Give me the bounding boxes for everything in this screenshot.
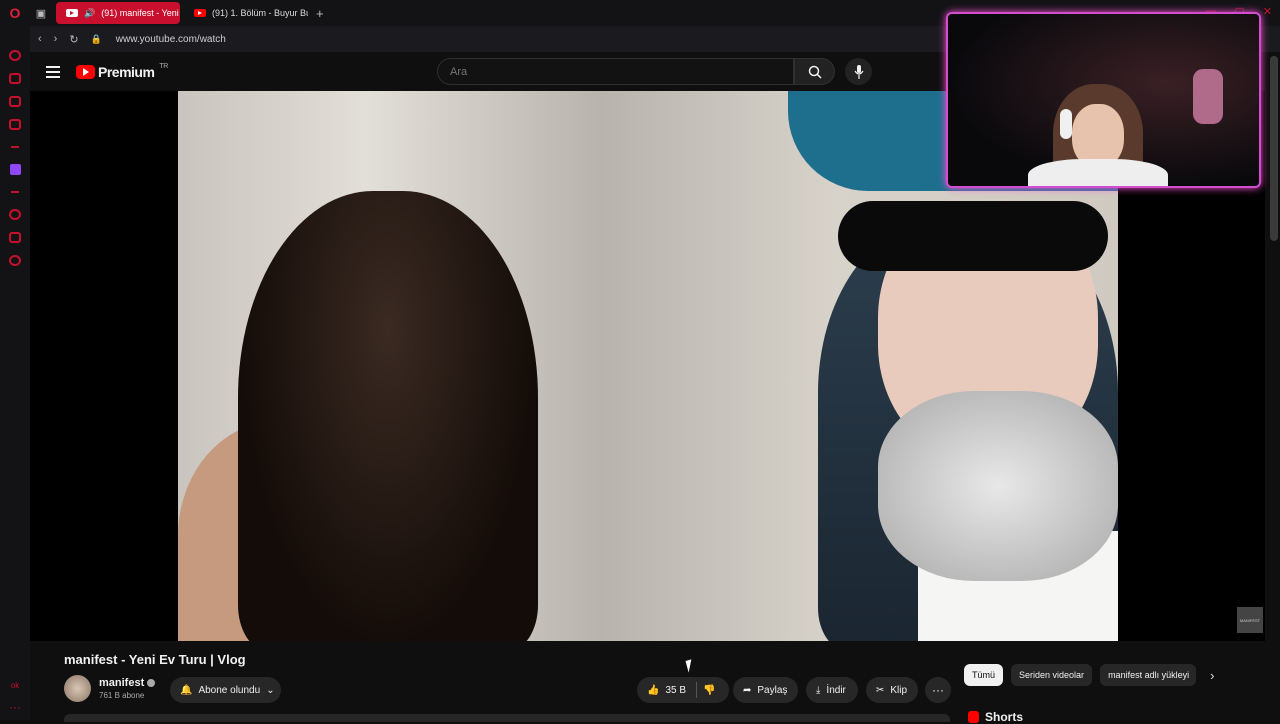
- extensions-icon[interactable]: [9, 232, 21, 243]
- youtube-favicon-icon: [66, 9, 78, 17]
- youtube-play-icon: [76, 65, 95, 79]
- chip-all[interactable]: Tümü: [964, 664, 1004, 686]
- channel-avatar[interactable]: [64, 675, 91, 702]
- page-scrollbar[interactable]: [1270, 56, 1278, 241]
- video-scene-hair: [238, 191, 538, 641]
- speed-dial-icon[interactable]: [9, 50, 21, 61]
- history-icon[interactable]: [9, 209, 21, 220]
- logo-text: Premium: [98, 64, 155, 80]
- shorts-icon: [968, 711, 979, 723]
- channel-name-text[interactable]: manifest: [99, 677, 144, 689]
- tab-label: (91) manifest - Yeni Ev: [101, 8, 180, 18]
- webcam-scene-chair: [1193, 69, 1223, 124]
- like-dislike-group: 👍 35 B 👎: [637, 677, 729, 703]
- search-input[interactable]: [450, 65, 793, 78]
- clip-button[interactable]: ✂ Klip: [866, 677, 918, 703]
- shorts-label: Shorts: [985, 710, 1024, 724]
- like-count[interactable]: 35 B: [665, 685, 686, 696]
- tab-buyur-burda[interactable]: (91) 1. Bölüm - Buyur Burd: [184, 2, 308, 24]
- youtube-logo[interactable]: Premium TR: [76, 62, 168, 80]
- share-icon: ➦: [743, 684, 752, 696]
- like-divider: [696, 682, 698, 698]
- sidebar-divider: [11, 191, 19, 193]
- share-label: Paylaş: [757, 684, 788, 696]
- bell-icon: 🔔: [180, 684, 193, 696]
- shorts-heading: Shorts: [968, 710, 1023, 724]
- video-scene-headphones: [878, 391, 1118, 581]
- opera-logo-icon[interactable]: O: [0, 0, 30, 26]
- search-button[interactable]: [794, 58, 835, 85]
- menu-icon[interactable]: [46, 66, 60, 78]
- speaker-icon: 🔊: [84, 7, 96, 18]
- lock-icon[interactable]: 🔒: [91, 34, 102, 45]
- subscribe-label: Abone olundu: [198, 684, 261, 696]
- mouse-cursor-icon: [685, 659, 695, 673]
- video-scene-sunglasses: [838, 201, 1108, 271]
- back-icon[interactable]: ‹: [38, 33, 42, 45]
- messenger-icon[interactable]: [9, 96, 21, 107]
- recommendation-chips: Tümü Seriden videolar manifest adlı yükl…: [964, 664, 1214, 686]
- subscribed-button[interactable]: 🔔 Abone olundu ⌄: [170, 677, 281, 703]
- reload-icon[interactable]: ↻: [69, 33, 78, 46]
- twitch-icon[interactable]: [9, 164, 21, 175]
- shopping-icon[interactable]: [9, 73, 21, 84]
- tab-overview-icon[interactable]: ▣: [30, 0, 52, 26]
- share-button[interactable]: ➦ Paylaş: [733, 677, 798, 703]
- channel-watermark[interactable]: MANIFEST: [1237, 607, 1263, 633]
- channel-name[interactable]: manifest: [99, 677, 156, 689]
- chevron-down-icon: ⌄: [266, 684, 275, 696]
- sidebar-bottom-label[interactable]: ok: [11, 681, 19, 690]
- video-title: manifest - Yeni Ev Turu | Vlog: [64, 652, 246, 667]
- verified-icon: [147, 679, 156, 688]
- new-tab-button[interactable]: +: [316, 6, 324, 21]
- sidebar-divider: [11, 146, 19, 148]
- logo-region: TR: [159, 62, 168, 70]
- url-field[interactable]: www.youtube.com/watch: [116, 34, 226, 45]
- channel-info: manifest 761 B abone: [64, 675, 156, 702]
- download-icon: ⤓: [816, 684, 821, 696]
- sidebar-more-icon[interactable]: ···: [9, 700, 21, 714]
- close-icon[interactable]: ✕: [1263, 5, 1272, 18]
- webcam-headset: [1060, 109, 1072, 139]
- forward-icon[interactable]: ›: [54, 33, 58, 45]
- search-icon: [808, 65, 822, 79]
- clip-label: Klip: [890, 684, 908, 696]
- browser-sidebar: ok ···: [0, 26, 30, 720]
- chevron-right-icon[interactable]: ›: [1210, 668, 1214, 683]
- settings-icon[interactable]: [9, 255, 21, 266]
- tab-manifest[interactable]: 🔊 (91) manifest - Yeni Ev: [56, 2, 180, 24]
- dislike-icon[interactable]: 👎: [703, 685, 715, 696]
- like-icon[interactable]: 👍: [647, 685, 659, 696]
- chip-series[interactable]: Seriden videolar: [1011, 664, 1093, 686]
- download-label: İndir: [826, 684, 846, 696]
- whatsapp-icon[interactable]: [9, 119, 21, 130]
- search-box[interactable]: [437, 58, 794, 85]
- download-button[interactable]: ⤓ İndir: [806, 677, 858, 703]
- tab-label: (91) 1. Bölüm - Buyur Burd: [212, 8, 308, 18]
- more-actions-button[interactable]: ···: [925, 677, 951, 703]
- description-box[interactable]: [64, 714, 950, 722]
- subscriber-count: 761 B abone: [99, 691, 145, 700]
- youtube-favicon-icon: [194, 9, 206, 17]
- webcam-overlay: [946, 12, 1261, 188]
- webcam-person-body: [1028, 159, 1168, 186]
- microphone-icon: [854, 64, 863, 79]
- scissors-icon: ✂: [876, 684, 885, 696]
- voice-search-button[interactable]: [845, 58, 872, 85]
- chip-uploader[interactable]: manifest adlı yükleyi: [1100, 664, 1197, 686]
